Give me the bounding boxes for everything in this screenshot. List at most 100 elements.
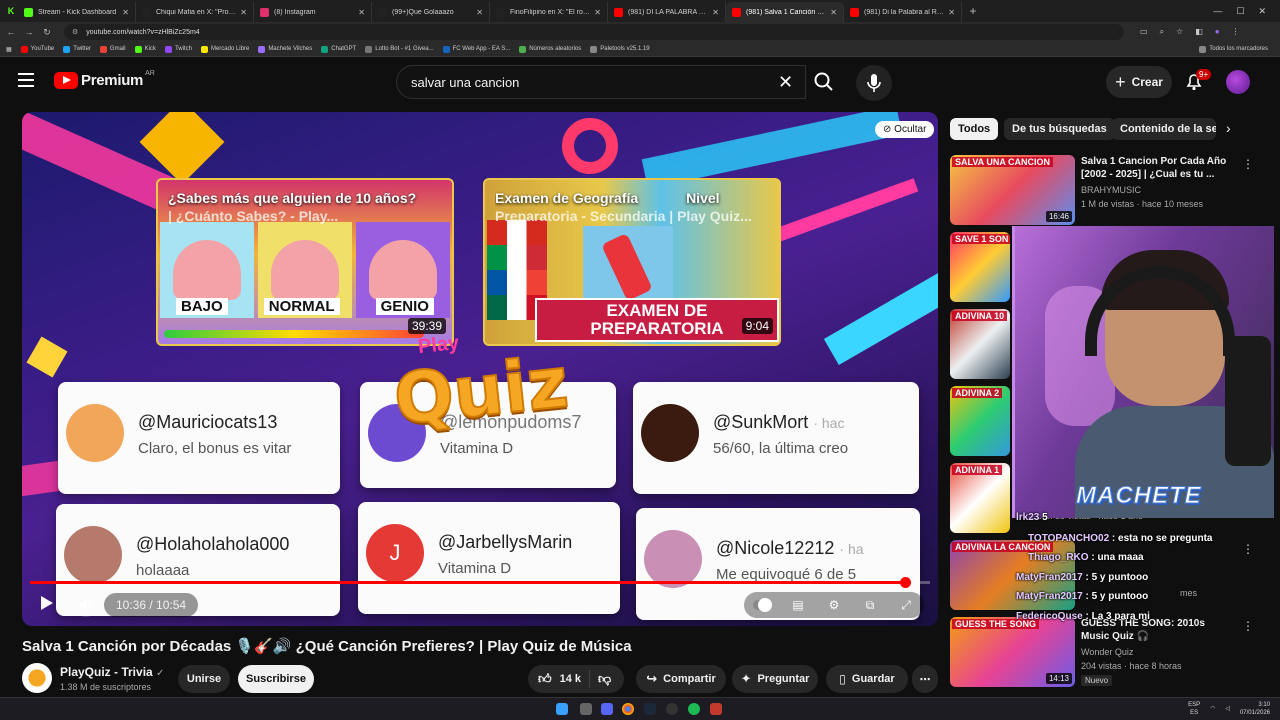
steam-icon[interactable] [644, 703, 656, 715]
account-avatar[interactable] [1226, 70, 1250, 94]
guide-menu-icon[interactable] [18, 73, 36, 91]
hide-end-screen-button[interactable]: ⊘ Ocultar [875, 121, 935, 138]
browser-tab[interactable]: (981) Di la Palabra al Ritmo en ✕ [844, 2, 962, 22]
bookmark-item[interactable]: Paletools v25.1.19 [590, 45, 650, 53]
forward-icon[interactable]: → [22, 25, 36, 39]
bookmark-item[interactable]: Kick [134, 45, 156, 53]
bookmark-item[interactable]: Números aleatorios [519, 45, 581, 53]
more-options-icon[interactable]: ⋮ [1242, 157, 1254, 171]
close-window-icon[interactable]: ✕ [1258, 6, 1266, 17]
end-screen-title-1: ¿Sabes más que alguien de 10 años? [168, 190, 417, 206]
bookmark-item[interactable]: YouTube [20, 45, 54, 53]
extensions-icon[interactable]: ◧ [1195, 27, 1203, 37]
browser-tab[interactable]: (8) Instagram ✕ [254, 2, 372, 22]
comment-avatar [64, 526, 122, 584]
browser-tab[interactable]: (981) Salva 1 Canción por Déca ✕ [726, 2, 844, 22]
chat-message: Thiago_RKO : una maaa [1028, 552, 1144, 563]
end-screen-video-1[interactable]: BAJO NORMAL GENIO ¿Sabes más que alguien… [156, 178, 454, 346]
video-player[interactable]: ⊘ Ocultar BAJO NORMAL GENIO ¿Sabes más q… [22, 112, 938, 626]
play-button[interactable] [36, 592, 56, 614]
bookmark-item[interactable]: Lotto Bot - #1 Givea... [365, 45, 434, 53]
discord-icon[interactable] [601, 703, 613, 715]
youtube-logo[interactable]: Premium AR [54, 70, 155, 89]
autoplay-toggle[interactable] [753, 598, 772, 612]
more-actions-button[interactable]: ⋯ [912, 665, 938, 693]
obs-icon[interactable] [666, 703, 678, 715]
bookmark-item[interactable]: Gmail [99, 45, 126, 53]
browser-tab[interactable]: FinoFilipino en X: "El robo del s✕ [490, 2, 608, 22]
join-button[interactable]: Unirse [178, 665, 230, 693]
search-input[interactable]: salvar una cancion [396, 65, 806, 99]
subtitles-icon[interactable]: ▤ [789, 598, 807, 612]
zoom-icon[interactable]: ⌕ [1160, 27, 1164, 37]
bookmark-item[interactable]: Mercado Libre [200, 45, 249, 53]
youtube-play-icon [54, 72, 78, 89]
bookmark-item[interactable]: Twitch [164, 45, 192, 53]
close-tab-icon[interactable]: ✕ [240, 8, 247, 17]
close-tab-icon[interactable]: ✕ [948, 8, 955, 17]
browser-tab[interactable]: (981) DI LA PALABRA CON EL R ✕ [608, 2, 726, 22]
new-tab-icon[interactable]: + [966, 4, 980, 18]
all-bookmarks-button[interactable]: Todos los marcadores [1199, 45, 1268, 53]
save-button[interactable]: ▯ Guardar [826, 665, 908, 693]
url-field[interactable]: ⚙ youtube.com/watch?v=zHlBiZc25m4 [64, 24, 1124, 40]
cast-icon[interactable]: ▭ [1140, 27, 1148, 37]
browser-menu-icon[interactable]: ⋮ [1232, 27, 1240, 37]
chip-all[interactable]: Todos [950, 118, 999, 140]
system-tray[interactable]: ESP ES ◠ ◁ 3:10 07/01/2026 [1188, 701, 1270, 717]
close-tab-icon[interactable]: ✕ [830, 8, 837, 17]
reload-icon[interactable]: ↻ [40, 25, 54, 39]
ask-button[interactable]: ✦ Preguntar [732, 665, 818, 693]
back-icon[interactable]: ← [4, 25, 18, 39]
more-options-icon[interactable]: ⋮ [1242, 619, 1254, 633]
search-button[interactable] [804, 65, 844, 99]
like-button[interactable]: 👍︎ 14 k [528, 670, 590, 688]
mute-button[interactable] [74, 593, 98, 617]
close-tab-icon[interactable]: ✕ [476, 8, 483, 17]
close-tab-icon[interactable]: ✕ [712, 8, 719, 17]
voice-search-button[interactable] [856, 65, 892, 101]
chrome-icon[interactable] [622, 703, 634, 715]
fullscreen-icon[interactable]: ⤢ [897, 598, 915, 612]
browser-tab[interactable]: (99+)Que Golaaazo ✕ [372, 2, 490, 22]
recommended-video[interactable]: GUESS THE SONG 14:13 GUESS THE SONG: 201… [950, 617, 1260, 689]
settings-gear-icon[interactable]: ⚙ [825, 598, 843, 612]
miniplayer-icon[interactable]: ⧉ [861, 598, 879, 612]
channel-avatar[interactable] [22, 663, 52, 693]
close-tab-icon[interactable]: ✕ [122, 8, 129, 17]
bookmark-star-icon[interactable]: ☆ [1176, 27, 1183, 37]
bookmark-item[interactable]: Machete Vilches [258, 45, 312, 53]
start-icon[interactable] [556, 703, 568, 715]
browser-tab[interactable]: Stream - Kick Dashboard ✕ [18, 2, 136, 22]
thumbnail-banner: ADIVINA 1 [952, 465, 1003, 475]
profile-icon[interactable]: ● [1215, 27, 1220, 37]
channel-name-row[interactable]: PlayQuiz - Trivia ✓ [60, 665, 164, 679]
maximize-icon[interactable]: ☐ [1236, 6, 1244, 17]
create-button[interactable]: + Crear [1106, 66, 1172, 98]
end-screen-video-2[interactable]: EXAMEN DE PREPARATORIA Examen de Geograf… [483, 178, 781, 346]
recommended-video[interactable]: SALVA UNA CANCION 16:46 Salva 1 Cancion … [950, 155, 1260, 227]
subscribe-button[interactable]: Suscribirse [238, 665, 314, 693]
streamer-name: MACHETE [1076, 482, 1202, 510]
end-screen-duration-2: 9:04 [741, 318, 773, 334]
more-options-icon[interactable]: ⋮ [1242, 542, 1254, 556]
app-icon[interactable] [710, 703, 722, 715]
close-tab-icon[interactable]: ✕ [594, 8, 601, 17]
close-tab-icon[interactable]: ✕ [358, 8, 365, 17]
bookmark-item[interactable]: FC Web App - EA S... [442, 45, 510, 53]
dislike-button[interactable]: 👎︎ [590, 671, 611, 687]
bookmark-item[interactable]: ChatGPT [321, 45, 356, 53]
chip-next-icon[interactable]: › [1226, 120, 1231, 136]
scrubber-handle[interactable] [900, 577, 911, 588]
chip-series-content[interactable]: Contenido de la ser [1112, 118, 1216, 140]
search-taskbar-icon[interactable] [580, 703, 592, 715]
minimize-icon[interactable]: — [1213, 6, 1222, 17]
clear-search-icon[interactable]: ✕ [778, 72, 793, 93]
bookmark-item[interactable]: Twitter [63, 45, 91, 53]
share-button[interactable]: ↪ Compartir [636, 665, 726, 693]
chip-from-searches[interactable]: De tus búsquedas [1004, 118, 1115, 140]
spotify-icon[interactable] [688, 703, 700, 715]
browser-tab[interactable]: Chiqui Mafia en X: "Prohibido c ✕ [136, 2, 254, 22]
site-info-icon[interactable]: ⚙ [72, 28, 78, 36]
tab-search-icon[interactable]: K [4, 4, 18, 18]
